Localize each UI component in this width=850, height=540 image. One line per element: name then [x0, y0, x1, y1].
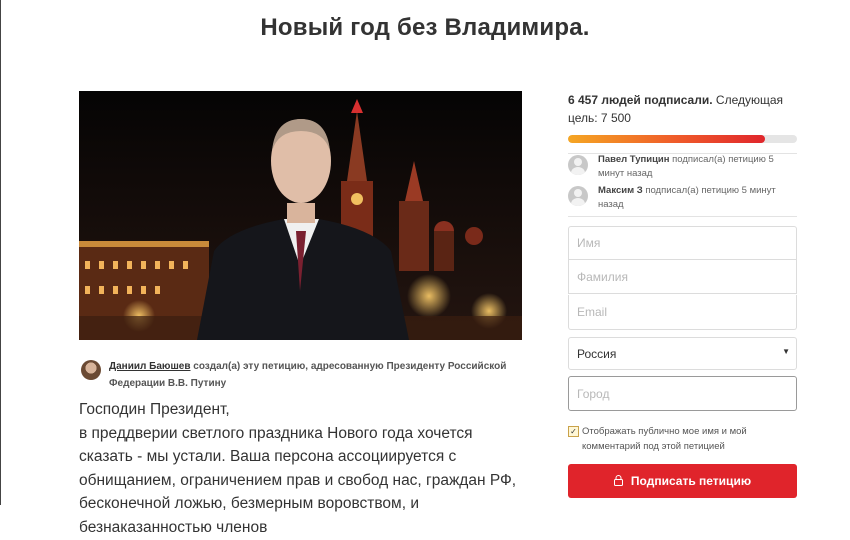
petition-body: Господин Президент, в преддверии светлог…	[79, 398, 529, 540]
first-name-field[interactable]	[568, 226, 797, 260]
page-title: Новый год без Владимира.	[260, 14, 590, 41]
divider	[568, 216, 797, 217]
recent-signer: Максим З подписал(а) петицию 5 минут наз…	[568, 184, 798, 214]
recent-signer-name: Павел Тупицин	[598, 154, 670, 165]
email-field[interactable]	[568, 295, 797, 330]
signature-stats: 6 457 людей подписали. Следующая цель: 7…	[568, 91, 798, 127]
petition-photo	[79, 91, 522, 340]
creator-name-link[interactable]: Даниил Баюшев	[109, 361, 190, 372]
consent-checkbox-row: ✓ Отображать публично мое имя и мой комм…	[568, 424, 798, 454]
window-edge	[0, 0, 1, 505]
signature-progress-fill	[568, 135, 765, 143]
lock-icon	[613, 465, 623, 499]
petition-text: Господин Президент, в преддверии светлог…	[79, 401, 517, 536]
recent-signer: Павел Тупицин подписал(а) петицию 5 мину…	[568, 153, 798, 183]
last-name-field[interactable]	[568, 260, 797, 294]
recent-signer-text: Максим З подписал(а) петицию 5 минут наз…	[598, 184, 798, 212]
sign-petition-button[interactable]: Подписать петицию	[568, 464, 797, 498]
caret-down-icon: ▼	[782, 347, 790, 356]
signature-progress-bar	[568, 135, 797, 143]
creator-avatar	[81, 360, 101, 380]
signature-count: 6 457 людей подписали.	[568, 93, 713, 107]
country-select-value: Россия	[577, 347, 617, 361]
recent-signer-name: Максим З	[598, 185, 643, 196]
user-avatar-icon	[568, 155, 588, 175]
recent-signer-text: Павел Тупицин подписал(а) петицию 5 мину…	[598, 153, 798, 181]
creator-text: Даниил Баюшев создал(а) эту петицию, адр…	[109, 358, 529, 392]
user-avatar-icon	[568, 186, 588, 206]
creator-info: Даниил Баюшев создал(а) эту петицию, адр…	[79, 358, 522, 394]
consent-checkbox[interactable]: ✓	[568, 426, 579, 437]
country-select[interactable]: Россия ▼	[568, 337, 797, 370]
sign-petition-label: Подписать петицию	[630, 474, 752, 488]
city-field[interactable]	[568, 376, 797, 411]
consent-label: Отображать публично мое имя и мой коммен…	[582, 426, 747, 452]
